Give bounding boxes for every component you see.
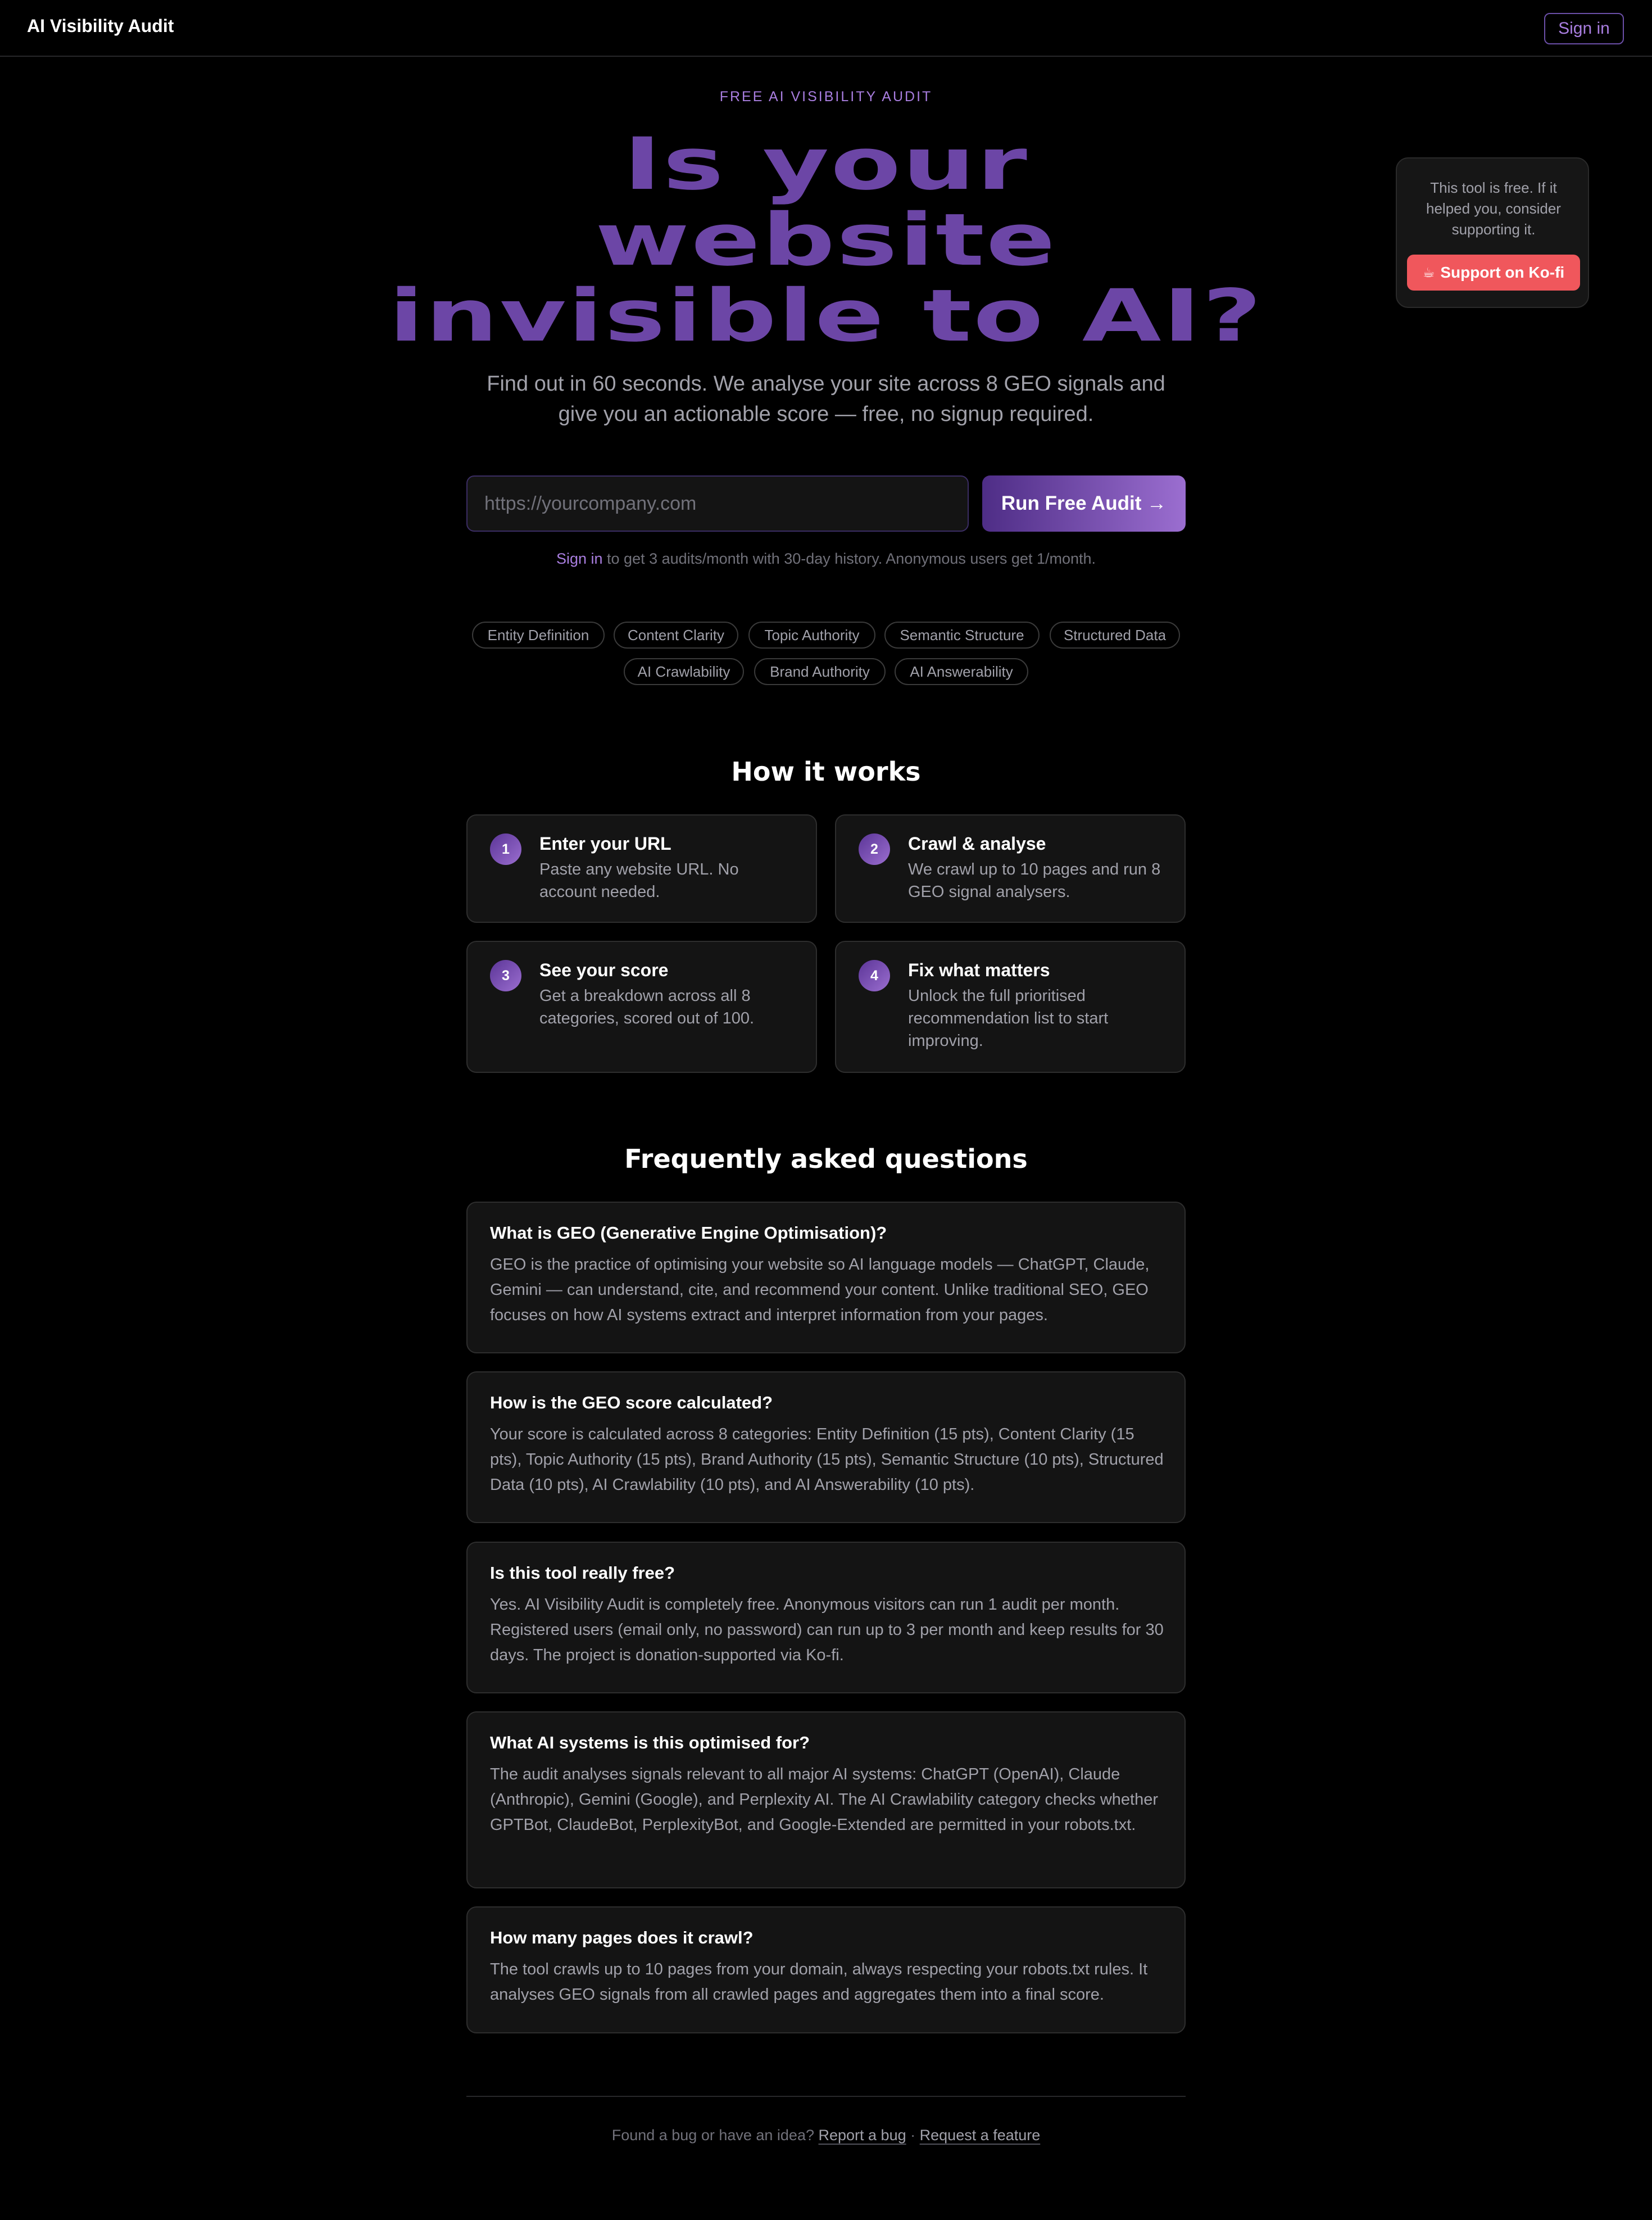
faq-item[interactable]: Is this tool really free? Yes. AI Visibi… xyxy=(466,1542,1186,1693)
hero-title: Is your website invisible to AI? xyxy=(275,126,1377,354)
step-title: See your score xyxy=(539,960,669,980)
faq-question: How is the GEO score calculated? xyxy=(490,1393,773,1412)
faq-answer: The tool crawls up to 10 pages from your… xyxy=(490,1960,1148,2004)
signal-chip: Semantic Structure xyxy=(884,622,1040,649)
signal-chip: Structured Data xyxy=(1050,622,1180,649)
faq-answer: Yes. AI Visibility Audit is completely f… xyxy=(490,1596,1164,1664)
kofi-support-button[interactable]: ☕ Support on Ko-fi xyxy=(1407,255,1580,291)
coffee-cup-icon: ☕ xyxy=(1422,265,1435,280)
hero-subtitle: Find out in 60 seconds. We analyse your … xyxy=(487,372,1165,426)
step-card: 2 Crawl & analyse We crawl up to 10 page… xyxy=(835,814,1186,923)
faq-item[interactable]: How many pages does it crawl? The tool c… xyxy=(466,1906,1186,2033)
step-card: 1 Enter your URL Paste any website URL. … xyxy=(466,814,817,923)
signal-chip: Entity Definition xyxy=(472,622,605,649)
faq-question: What is GEO (Generative Engine Optimisat… xyxy=(490,1223,887,1243)
faq-question: Is this tool really free? xyxy=(490,1563,675,1583)
step-description: Unlock the full prioritised recommendati… xyxy=(908,987,1109,1050)
signal-chip: AI Crawlability xyxy=(624,658,744,685)
top-bar: AI Visibility Audit Sign in xyxy=(0,0,1652,57)
hero-title-line-1: Is your xyxy=(623,123,1029,206)
signal-chip: Brand Authority xyxy=(754,658,886,685)
step-number: 2 xyxy=(859,833,890,865)
hero-eyebrow: FREE AI VISIBILITY AUDIT xyxy=(719,89,933,105)
footer-separator: · xyxy=(910,2127,916,2144)
kofi-message: This tool is free. If it helped you, con… xyxy=(1426,179,1561,238)
report-bug-link[interactable]: Report a bug xyxy=(819,2127,906,2144)
hero-title-line-2: website xyxy=(595,198,1057,282)
faq-item[interactable]: What AI systems is this optimised for? T… xyxy=(466,1711,1186,1888)
step-title: Enter your URL xyxy=(539,833,671,854)
step-description: Get a breakdown across all 8 categories,… xyxy=(539,987,755,1027)
signin-button[interactable]: Sign in xyxy=(1544,13,1624,44)
run-audit-button[interactable]: Run Free Audit → xyxy=(982,475,1186,532)
signin-note-text: to get 3 audits/month with 30-day histor… xyxy=(602,550,1096,567)
step-title: Crawl & analyse xyxy=(908,833,1046,854)
footer-divider xyxy=(466,2096,1186,2097)
step-number: 1 xyxy=(490,833,521,865)
step-number: 4 xyxy=(859,960,890,991)
signal-chip: Topic Authority xyxy=(748,622,875,649)
url-input[interactable] xyxy=(466,475,969,532)
hero-title-line-3: invisible to AI? xyxy=(388,274,1264,358)
footer-prefix: Found a bug or have an idea? xyxy=(611,2127,814,2144)
kofi-button-label: Support on Ko-fi xyxy=(1440,264,1565,281)
faq-answer: The audit analyses signals relevant to a… xyxy=(490,1765,1158,1834)
faq-answer: GEO is the practice of optimising your w… xyxy=(490,1256,1150,1324)
signal-chip: Content Clarity xyxy=(614,622,738,649)
step-card: 4 Fix what matters Unlock the full prior… xyxy=(835,941,1186,1073)
kofi-support-card: This tool is free. If it helped you, con… xyxy=(1396,157,1589,308)
signal-chip: AI Answerability xyxy=(895,658,1028,685)
signin-note: Sign in to get 3 audits/month with 30-da… xyxy=(0,550,1652,568)
footer: Found a bug or have an idea? Report a bu… xyxy=(0,2127,1652,2144)
step-description: Paste any website URL. No account needed… xyxy=(539,860,739,901)
faq-question: How many pages does it crawl? xyxy=(490,1928,754,1947)
signin-note-link[interactable]: Sign in xyxy=(556,550,603,567)
request-feature-link[interactable]: Request a feature xyxy=(920,2127,1041,2144)
faq-item[interactable]: How is the GEO score calculated? Your sc… xyxy=(466,1371,1186,1523)
faq-answer: Your score is calculated across 8 catego… xyxy=(490,1425,1164,1494)
how-it-works-title: How it works xyxy=(731,756,921,787)
step-description: We crawl up to 10 pages and run 8 GEO si… xyxy=(908,860,1161,901)
faq-item[interactable]: What is GEO (Generative Engine Optimisat… xyxy=(466,1202,1186,1353)
step-card: 3 See your score Get a breakdown across … xyxy=(466,941,817,1073)
step-number: 3 xyxy=(490,960,521,991)
faq-title: Frequently asked questions xyxy=(624,1144,1028,1174)
faq-question: What AI systems is this optimised for? xyxy=(490,1733,810,1752)
brand-logo[interactable]: AI Visibility Audit xyxy=(27,16,174,37)
step-title: Fix what matters xyxy=(908,960,1050,980)
